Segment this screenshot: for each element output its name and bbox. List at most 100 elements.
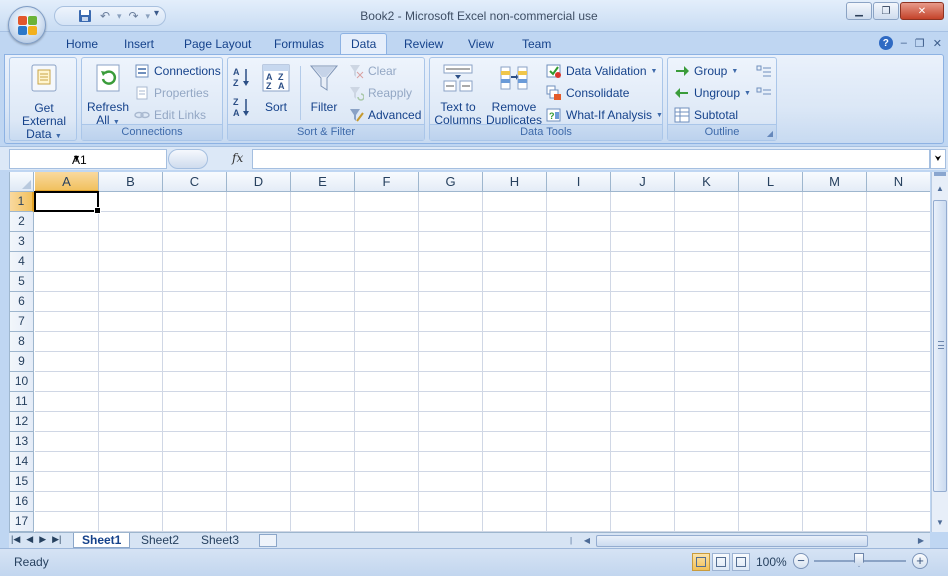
row-header[interactable]: 6 [10, 292, 34, 312]
prev-sheet-icon[interactable]: ◀ [26, 534, 33, 545]
next-sheet-icon[interactable]: ▶ [39, 534, 46, 545]
expand-formula-bar-icon[interactable]: ⮟ [930, 149, 946, 169]
insert-sheet-icon[interactable] [259, 534, 277, 547]
group-button[interactable]: Group ▼ [674, 62, 738, 80]
row-header[interactable]: 12 [10, 412, 34, 432]
name-box[interactable]: A1 ▼ [9, 149, 167, 169]
sheet-tab-sheet3[interactable]: Sheet3 [193, 533, 247, 549]
edit-links-button[interactable]: Edit Links [134, 106, 206, 124]
column-header[interactable]: K [675, 172, 739, 192]
column-header[interactable]: M [803, 172, 867, 192]
advanced-button[interactable]: Advanced [348, 106, 421, 124]
row-header[interactable]: 16 [10, 492, 34, 512]
column-header[interactable]: J [611, 172, 675, 192]
column-header[interactable]: A [35, 172, 99, 192]
office-button[interactable] [8, 6, 46, 44]
tab-data[interactable]: Data [340, 33, 388, 55]
sheet-tab-sheet2[interactable]: Sheet2 [133, 533, 187, 549]
row-header[interactable]: 9 [10, 352, 34, 372]
sort-z-to-a-button[interactable]: ZA [232, 97, 252, 118]
row-header[interactable]: 7 [10, 312, 34, 332]
minimize-button[interactable]: ▁ [846, 2, 872, 20]
column-header[interactable]: D [227, 172, 291, 192]
zoom-slider[interactable] [814, 553, 906, 567]
horizontal-scroll-thumb[interactable] [596, 535, 868, 547]
tab-view[interactable]: View [458, 36, 504, 54]
clear-button[interactable]: Clear [348, 62, 397, 80]
show-detail-button[interactable] [756, 62, 772, 80]
zoom-out-button[interactable]: − [793, 553, 809, 569]
insert-function-icon[interactable]: fx [232, 151, 243, 165]
page-break-view-button[interactable] [732, 553, 750, 571]
tab-insert[interactable]: Insert [114, 36, 164, 54]
subtotal-button[interactable]: Subtotal [674, 106, 738, 124]
filter-button[interactable]: Filter [306, 62, 342, 114]
row-header[interactable]: 13 [10, 432, 34, 452]
workbook-minimize-icon[interactable]: – [901, 37, 907, 49]
zoom-in-button[interactable]: + [912, 553, 928, 569]
ungroup-button[interactable]: Ungroup ▼ [674, 84, 751, 102]
sheet-tab-sheet1[interactable]: Sheet1 [73, 533, 131, 549]
sort-a-to-z-button[interactable]: AZ [232, 67, 252, 88]
maximize-button[interactable]: ❐ [873, 2, 899, 20]
row-header[interactable]: 15 [10, 472, 34, 492]
worksheet-grid[interactable]: ABCDEFGHIJKLMN 1 2 3 4 5 6 7 8 9 10 11 12 13 14 15 16 17 [9, 172, 930, 532]
column-header[interactable]: H [483, 172, 547, 192]
column-header[interactable]: B [99, 172, 163, 192]
column-header[interactable]: I [547, 172, 611, 192]
hide-detail-button[interactable] [756, 84, 772, 102]
row-header[interactable]: 17 [10, 512, 34, 532]
get-external-data-button[interactable]: Get External Data ▼ [12, 62, 76, 142]
close-button[interactable]: ✕ [900, 2, 944, 20]
help-icon[interactable]: ? [878, 36, 893, 50]
sort-button[interactable]: AZZA Sort [256, 62, 296, 114]
split-handle[interactable] [934, 172, 946, 176]
chevron-down-icon[interactable]: ▼ [72, 153, 162, 163]
row-header[interactable]: 2 [10, 212, 34, 232]
workbook-restore-icon[interactable]: ❐ [915, 37, 925, 50]
column-header[interactable]: F [355, 172, 419, 192]
column-header[interactable]: E [291, 172, 355, 192]
workbook-close-icon[interactable]: ✕ [933, 37, 942, 50]
properties-button[interactable]: Properties [134, 84, 209, 102]
column-header[interactable]: L [739, 172, 803, 192]
reapply-button[interactable]: Reapply [348, 84, 412, 102]
refresh-all-button[interactable]: Refresh All ▼ [86, 62, 130, 129]
select-all-button[interactable] [10, 172, 34, 192]
zoom-level[interactable]: 100% [756, 555, 787, 569]
vertical-scroll-thumb[interactable] [933, 200, 947, 492]
column-header[interactable]: G [419, 172, 483, 192]
row-header[interactable]: 1 [10, 192, 34, 212]
normal-view-button[interactable] [692, 553, 710, 571]
scroll-down-icon[interactable]: ▼ [932, 516, 948, 530]
row-header[interactable]: 4 [10, 252, 34, 272]
active-cell[interactable] [34, 191, 101, 214]
scroll-left-icon[interactable]: ◀ [580, 534, 594, 548]
tab-split-handle[interactable]: | [564, 534, 578, 548]
row-header[interactable]: 11 [10, 392, 34, 412]
row-header[interactable]: 3 [10, 232, 34, 252]
tab-review[interactable]: Review [394, 36, 453, 54]
scroll-right-icon[interactable]: ▶ [914, 534, 928, 548]
vertical-scrollbar[interactable]: ▲ ▼ [931, 172, 948, 532]
consolidate-button[interactable]: Consolidate [546, 84, 629, 102]
formula-input[interactable] [252, 149, 930, 169]
dialog-launcher-icon[interactable]: ◢ [767, 129, 773, 138]
cells-area[interactable] [35, 192, 930, 532]
data-validation-button[interactable]: Data Validation ▼ [546, 62, 657, 80]
horizontal-scrollbar[interactable]: | ◀ ▶ [564, 534, 930, 548]
tab-formulas[interactable]: Formulas [264, 36, 334, 54]
text-to-columns-button[interactable]: Text to Columns [432, 62, 484, 127]
scroll-up-icon[interactable]: ▲ [932, 182, 948, 196]
formula-buttons-pill[interactable] [168, 149, 208, 169]
what-if-analysis-button[interactable]: ? What-If Analysis ▼ [546, 106, 663, 124]
first-sheet-icon[interactable]: |◀ [11, 534, 20, 545]
zoom-slider-knob[interactable] [854, 553, 864, 567]
column-header[interactable]: C [163, 172, 227, 192]
last-sheet-icon[interactable]: ▶| [52, 534, 61, 545]
row-header[interactable]: 14 [10, 452, 34, 472]
row-header[interactable]: 5 [10, 272, 34, 292]
column-header[interactable]: N [867, 172, 930, 192]
remove-duplicates-button[interactable]: Remove Duplicates [486, 62, 542, 127]
row-header[interactable]: 10 [10, 372, 34, 392]
